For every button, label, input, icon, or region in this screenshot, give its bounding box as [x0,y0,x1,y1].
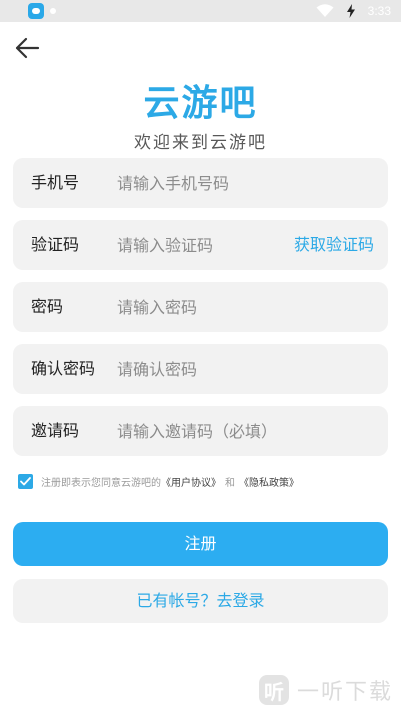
user-agreement-link[interactable]: 《用户协议》 [161,474,221,489]
status-bar: 3:33 [0,0,401,22]
agreement-text: 注册即表示您同意云游吧的 [41,477,161,489]
phone-label: 手机号 [31,173,80,192]
invite-code-field: 邀请码 [13,406,388,456]
watermark-logo: 听 [258,675,289,705]
back-button[interactable] [12,34,42,62]
password-label: 密码 [31,297,64,316]
code-input[interactable] [117,220,287,270]
welcome-subtitle: 欢迎来到云游吧 [134,133,267,153]
app-logo: 云游吧 欢迎来到云游吧 [0,74,401,153]
notification-dot-icon [50,8,56,14]
phone-field: 手机号 [13,158,388,208]
go-login-button[interactable]: 已有帐号？去登录 [13,579,388,623]
phone-input[interactable] [117,158,287,208]
password-input[interactable] [117,282,287,332]
watermark: 听 一听下载 [258,672,393,708]
code-label: 验证码 [31,235,80,254]
status-time: 3:33 [367,4,391,18]
arrow-left-icon [15,37,40,59]
register-button[interactable]: 注册 [13,522,388,566]
checkmark-icon [20,476,31,485]
confirm-password-field: 确认密码 [13,344,388,394]
password-field: 密码 [13,282,388,332]
code-field: 验证码 获取验证码 [13,220,388,270]
invite-code-label: 邀请码 [31,421,80,440]
watermark-text: 一听下载 [296,680,393,705]
wifi-icon [316,4,334,17]
charging-icon [346,4,355,18]
invite-code-input[interactable] [117,406,367,456]
app-icon [28,3,44,19]
status-right: 3:33 [316,3,391,19]
agreement-row: 注册即表示您同意云游吧的 《用户协议》 和 《隐私政策》 [18,471,299,491]
confirm-password-input[interactable] [117,344,287,394]
agreement-and: 和 [225,477,235,489]
get-code-button[interactable]: 获取验证码 [294,220,374,270]
app-logo-title: 云游吧 [143,83,258,124]
agree-checkbox[interactable] [18,473,33,489]
confirm-password-label: 确认密码 [31,359,96,378]
privacy-policy-link[interactable]: 《隐私政策》 [239,474,299,489]
